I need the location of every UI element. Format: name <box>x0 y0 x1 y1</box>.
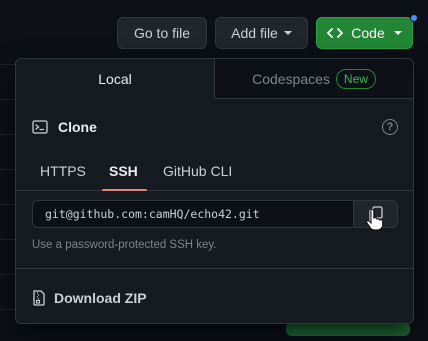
clone-header: Clone ? <box>32 117 398 137</box>
go-to-file-button[interactable]: Go to file <box>117 17 207 49</box>
tab-codespaces-label: Codespaces <box>252 70 330 87</box>
tab-ssh-label: SSH <box>109 163 138 179</box>
active-tab-underline <box>102 189 147 191</box>
tab-codespaces[interactable]: Codespaces New <box>215 59 413 99</box>
download-zip-label: Download ZIP <box>54 290 147 306</box>
caret-down-icon <box>393 31 402 35</box>
background-divider <box>0 274 16 275</box>
add-file-label: Add file <box>231 25 278 41</box>
clone-url-group <box>32 200 398 228</box>
caret-down-icon <box>283 31 292 35</box>
protocol-tabs: HTTPS SSH GitHub CLI <box>16 151 413 191</box>
clone-title: Clone <box>58 119 97 135</box>
background-divider <box>0 309 16 310</box>
download-zip-link[interactable]: Download ZIP <box>32 288 147 308</box>
tab-ssh[interactable]: SSH <box>109 151 138 191</box>
tab-github-cli-label: GitHub CLI <box>163 163 233 179</box>
code-dropdown-panel: Local Codespaces New Clone ? HTTPS SSH G… <box>15 58 414 324</box>
ssh-hint: Use a password-protected SSH key. <box>32 239 217 251</box>
file-zip-icon <box>33 290 45 306</box>
notification-dot <box>410 14 418 22</box>
go-to-file-label: Go to file <box>133 25 191 41</box>
hand-pointer-cursor <box>366 209 382 231</box>
divider <box>16 268 413 269</box>
add-file-button[interactable]: Add file <box>215 17 308 49</box>
background-divider <box>0 169 16 170</box>
tab-local[interactable]: Local <box>16 59 215 99</box>
terminal-icon <box>32 120 48 134</box>
background-divider <box>0 134 16 135</box>
background-divider <box>0 204 16 205</box>
tab-https[interactable]: HTTPS <box>40 151 86 191</box>
background-divider <box>0 64 16 65</box>
screen: Go to file Add file Code Local Codespace… <box>0 0 428 341</box>
code-button[interactable]: Code <box>316 17 413 49</box>
clone-url-input[interactable] <box>33 201 353 227</box>
question-icon[interactable]: ? <box>382 119 398 135</box>
panel-tabs: Local Codespaces New <box>16 59 413 99</box>
tab-github-cli[interactable]: GitHub CLI <box>163 151 232 191</box>
background-divider <box>0 239 16 240</box>
background-button <box>286 322 410 336</box>
tab-https-label: HTTPS <box>40 163 86 179</box>
code-brackets-icon <box>327 28 344 38</box>
tab-local-label: Local <box>98 71 132 87</box>
new-badge: New <box>335 68 376 89</box>
background-divider <box>0 99 16 100</box>
code-label: Code <box>351 25 385 41</box>
